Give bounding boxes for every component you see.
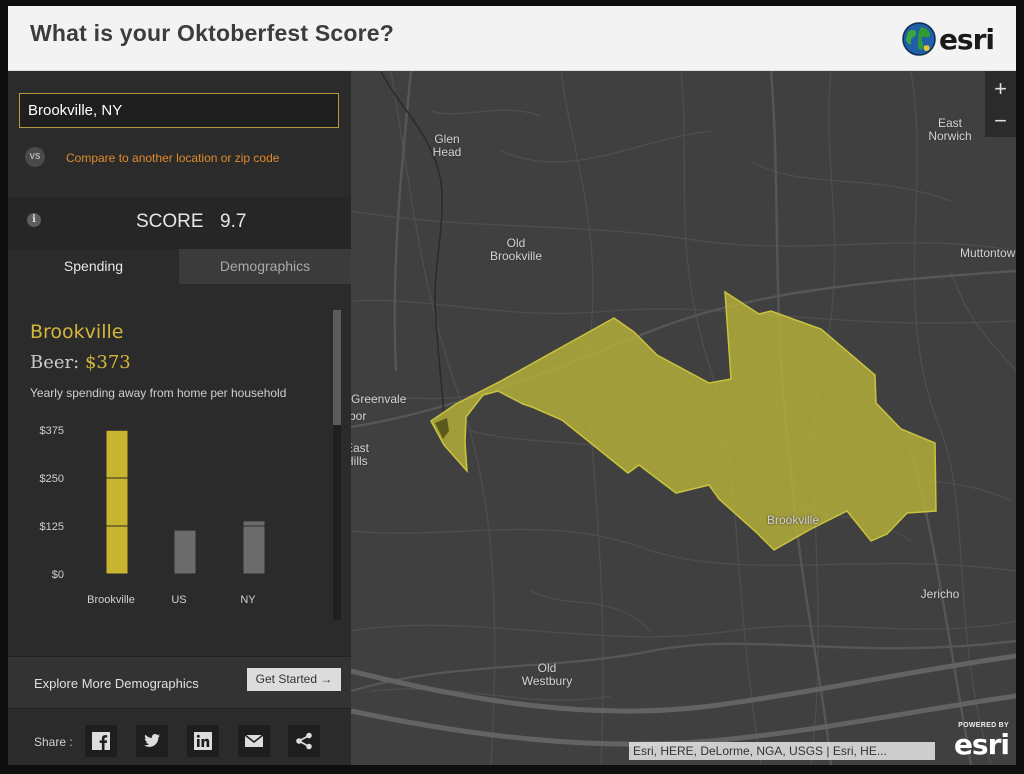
map-label-glen-head: Glen Head: [432, 132, 462, 159]
beer-spending: Beer: $373: [30, 352, 131, 373]
twitter-share-button[interactable]: [136, 725, 168, 757]
tab-bar: Spending Demographics: [8, 249, 351, 284]
share-icon: [296, 732, 312, 750]
x-tick-label: NY: [240, 594, 256, 606]
x-tick-label: US: [171, 594, 186, 606]
location-name: Brookville: [30, 321, 124, 343]
facebook-icon: [92, 732, 110, 750]
sidebar: Brookville, NY VS Compare to another loc…: [8, 71, 351, 765]
map-label-east-hills: East Hills: [351, 441, 370, 468]
app: What is your Oktoberfest Score? esri Bro…: [8, 6, 1016, 765]
share-section: Share :: [8, 708, 351, 765]
page-title: What is your Oktoberfest Score?: [30, 20, 395, 46]
map-label-harbor: bor: [351, 409, 367, 423]
map-label-old-westbury: Old Westbury: [521, 661, 573, 688]
esri-logo[interactable]: esri: [902, 22, 995, 56]
explore-section: Explore More Demographics Get Started →: [8, 656, 351, 708]
vs-badge: VS: [25, 147, 45, 167]
scrollbar-thumb[interactable]: [333, 310, 341, 425]
map-label-muttontown: Muttontown: [960, 246, 1016, 260]
bar-brookville[interactable]: [106, 430, 128, 574]
twitter-icon: [144, 734, 160, 747]
score-label: SCORE: [136, 211, 204, 232]
map-label-old-brookville: Old Brookville: [489, 236, 543, 263]
bar-chart: $0 $125 $250 $375 Brookville US NY: [40, 425, 270, 606]
email-share-button[interactable]: [238, 725, 270, 757]
powered-by-esri-logo[interactable]: POWERED BY esri: [945, 722, 1010, 761]
esri-logo-text: esri: [938, 22, 995, 56]
zoom-out-button[interactable]: −: [985, 105, 1016, 136]
score-value: 9.7: [220, 211, 247, 232]
bar-ny[interactable]: [243, 521, 265, 574]
tab-demographics[interactable]: Demographics: [179, 249, 351, 284]
spending-panel: Brookville Beer: $373 Yearly spending aw…: [8, 284, 351, 656]
map-attribution[interactable]: Esri, HERE, DeLorme, NGA, USGS | Esri, H…: [629, 742, 935, 760]
share-label: Share :: [34, 735, 73, 749]
spending-chart: $0 $125 $250 $375 Brookville US NY: [22, 422, 322, 622]
map-label-greenvale: Greenvale: [351, 392, 407, 406]
zoom-in-button[interactable]: +: [985, 73, 1016, 104]
map-label-east-norwich: East Norwich: [928, 116, 972, 143]
get-started-button[interactable]: Get Started →: [247, 668, 341, 691]
bar-us[interactable]: [174, 530, 196, 574]
spending-description: Yearly spending away from home per house…: [30, 386, 287, 400]
window-frame: What is your Oktoberfest Score? esri Bro…: [0, 0, 1024, 774]
map-label-brookville: Brookville: [766, 513, 820, 527]
share-link-button[interactable]: [288, 725, 320, 757]
x-tick-label: Brookville: [87, 594, 135, 606]
beer-label: Beer:: [30, 352, 85, 373]
explore-label: Explore More Demographics: [34, 676, 199, 691]
map-view[interactable]: Glen Head Old Brookville East Norwich Mu…: [351, 71, 1016, 765]
beer-amount: $373: [84, 352, 131, 373]
y-tick-label: $250: [40, 473, 64, 485]
tab-spending[interactable]: Spending: [8, 249, 179, 284]
zoom-control: + −: [985, 71, 1016, 137]
linkedin-share-button[interactable]: [187, 725, 219, 757]
location-search-input[interactable]: Brookville, NY: [19, 93, 339, 128]
y-tick-label: $375: [40, 425, 64, 437]
globe-icon: [902, 22, 936, 56]
map-canvas[interactable]: [351, 71, 1016, 765]
y-tick-label: $125: [40, 521, 64, 533]
y-tick-label: $0: [52, 569, 64, 581]
compare-location-link[interactable]: Compare to another location or zip code: [66, 151, 279, 165]
linkedin-icon: [194, 732, 212, 750]
info-icon[interactable]: i: [27, 213, 41, 227]
email-icon: [245, 734, 263, 747]
score-bar: i SCORE 9.7: [8, 197, 351, 249]
map-label-jericho: Jericho: [920, 587, 960, 601]
header: What is your Oktoberfest Score? esri: [8, 6, 1016, 71]
facebook-share-button[interactable]: [85, 725, 117, 757]
powered-by-logo-text: esri: [953, 728, 1010, 761]
